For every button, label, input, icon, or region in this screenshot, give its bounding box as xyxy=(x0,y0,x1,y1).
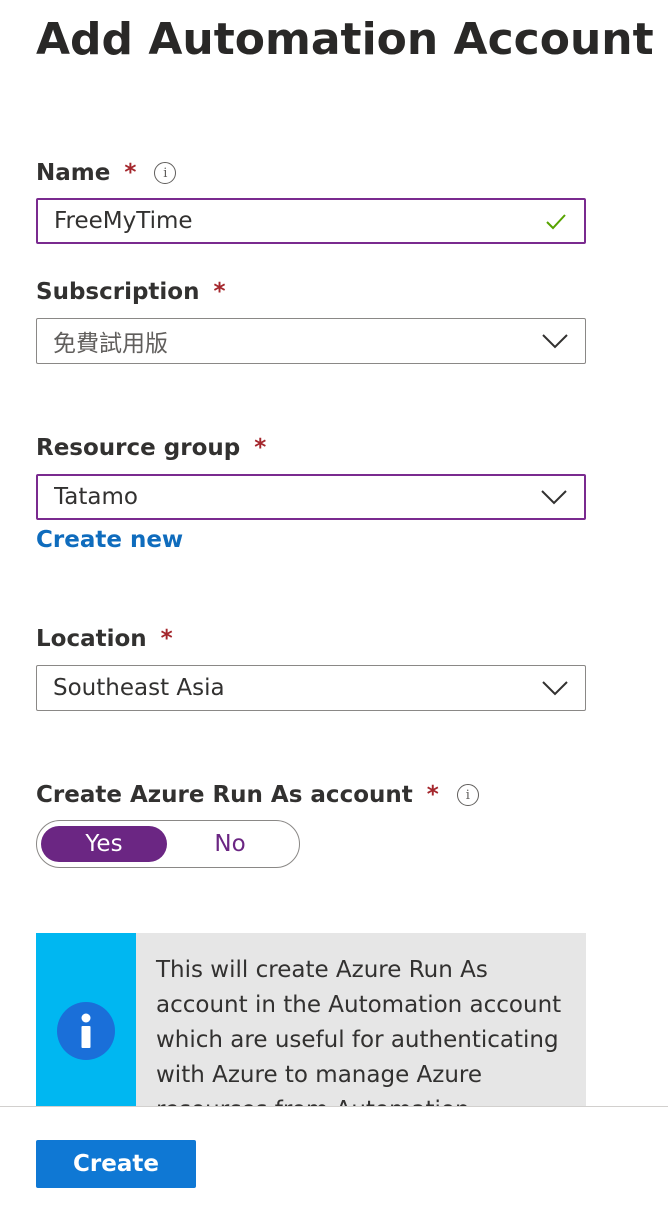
resource-group-value: Tatamo xyxy=(54,484,138,510)
required-asterisk: * xyxy=(426,782,439,808)
resource-group-label-text: Resource group xyxy=(36,435,241,461)
page-title: Add Automation Account xyxy=(36,14,654,65)
create-new-link[interactable]: Create new xyxy=(36,527,183,553)
subscription-label-text: Subscription xyxy=(36,279,200,305)
name-label: Name * i xyxy=(36,160,177,186)
name-input-value: FreeMyTime xyxy=(54,208,193,234)
location-label: Location * xyxy=(36,626,173,652)
run-as-toggle[interactable]: Yes No xyxy=(36,820,300,868)
toggle-no-option[interactable]: No xyxy=(167,826,293,862)
name-input[interactable]: FreeMyTime xyxy=(36,198,586,244)
info-message-text: This will create Azure Run As account in… xyxy=(156,957,562,1123)
create-button[interactable]: Create xyxy=(36,1140,196,1188)
chevron-down-icon xyxy=(542,681,568,696)
info-icon[interactable]: i xyxy=(154,162,177,184)
info-message-box: This will create Azure Run As account in… xyxy=(36,933,586,1123)
run-as-label-text: Create Azure Run As account xyxy=(36,782,413,808)
subscription-value: 免費試用版 xyxy=(53,331,168,357)
resource-group-dropdown[interactable]: Tatamo xyxy=(36,474,586,520)
info-icon[interactable]: i xyxy=(456,784,479,806)
resource-group-label: Resource group * xyxy=(36,435,266,461)
location-dropdown[interactable]: Southeast Asia xyxy=(36,665,586,711)
required-asterisk: * xyxy=(213,279,226,305)
info-icon xyxy=(57,1002,115,1060)
location-label-text: Location xyxy=(36,626,147,652)
chevron-down-icon xyxy=(541,490,567,505)
required-asterisk: * xyxy=(160,626,173,652)
footer-bar: Create xyxy=(0,1106,668,1205)
check-icon xyxy=(546,214,566,230)
location-value: Southeast Asia xyxy=(53,675,225,701)
required-asterisk: * xyxy=(254,435,267,461)
required-asterisk: * xyxy=(124,160,137,186)
toggle-yes-option[interactable]: Yes xyxy=(41,826,167,862)
chevron-down-icon xyxy=(542,334,568,349)
run-as-label: Create Azure Run As account * i xyxy=(36,782,479,808)
name-label-text: Name xyxy=(36,160,111,186)
subscription-label: Subscription * xyxy=(36,279,226,305)
subscription-dropdown[interactable]: 免費試用版 xyxy=(36,318,586,364)
